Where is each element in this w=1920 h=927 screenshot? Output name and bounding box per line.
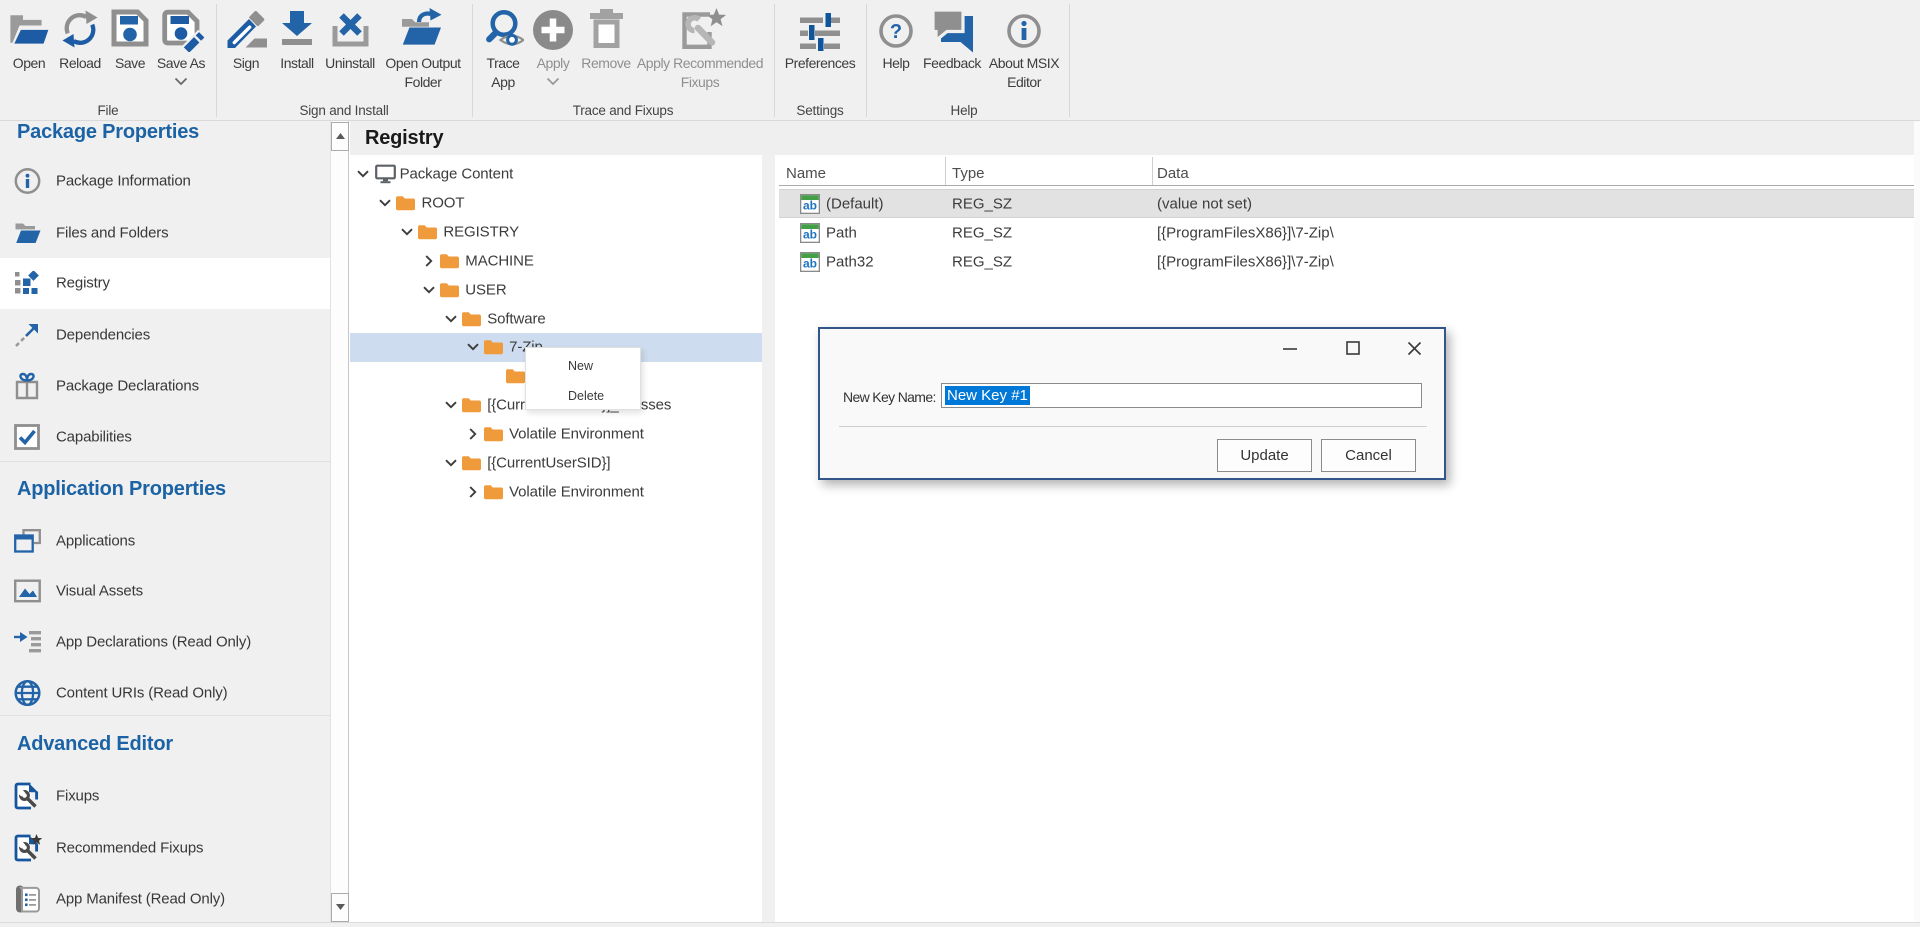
svg-text:ab: ab [803, 227, 817, 241]
svg-text:?: ? [890, 21, 902, 43]
svg-text:ab: ab [803, 198, 817, 212]
svg-text:ab: ab [803, 256, 817, 270]
